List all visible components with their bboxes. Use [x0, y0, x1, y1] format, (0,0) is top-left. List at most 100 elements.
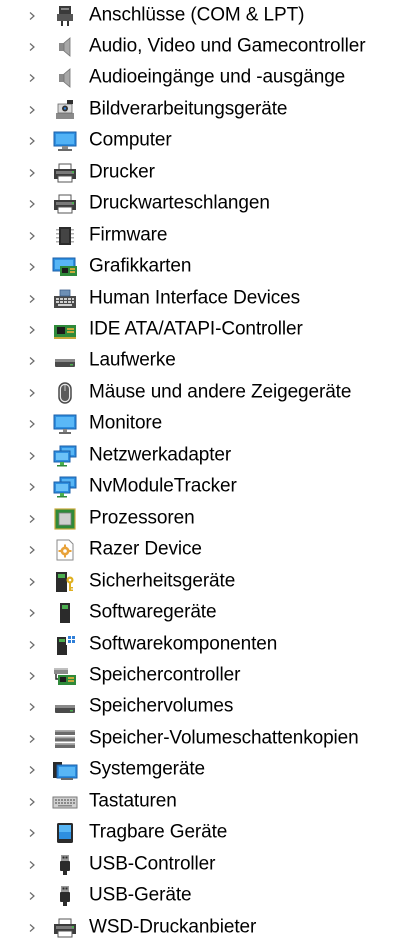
gear-document-icon: [52, 539, 78, 561]
tree-node-label: Razer Device: [89, 538, 202, 560]
tree-node[interactable]: Anschlüsse (COM & LPT): [0, 0, 402, 31]
expand-chevron-icon[interactable]: [28, 923, 36, 932]
tree-node[interactable]: Audioeingänge und -ausgänge: [0, 63, 402, 94]
computer-monitor-icon: [52, 130, 78, 152]
expand-chevron-icon[interactable]: [28, 388, 36, 397]
expand-chevron-icon[interactable]: [28, 451, 36, 460]
expand-chevron-icon[interactable]: [28, 168, 36, 177]
expand-chevron-icon[interactable]: [28, 892, 36, 901]
expand-chevron-icon[interactable]: [28, 797, 36, 806]
tree-node[interactable]: Drucker: [0, 157, 402, 188]
tree-node[interactable]: Prozessoren: [0, 503, 402, 534]
chip-icon: [52, 225, 78, 247]
expand-chevron-icon[interactable]: [28, 137, 36, 146]
keyboard-icon: [52, 791, 78, 813]
tree-node[interactable]: USB-Controller: [0, 849, 402, 880]
printer-icon: [52, 193, 78, 215]
tree-node-label: Speichercontroller: [89, 664, 241, 686]
expand-chevron-icon[interactable]: [28, 11, 36, 20]
tree-node[interactable]: Sicherheitsgeräte: [0, 566, 402, 597]
expand-chevron-icon[interactable]: [28, 357, 36, 366]
tree-node[interactable]: Systemgeräte: [0, 755, 402, 786]
expand-chevron-icon[interactable]: [28, 105, 36, 114]
expand-chevron-icon[interactable]: [28, 483, 36, 492]
tree-node[interactable]: Computer: [0, 126, 402, 157]
tree-node-label: Grafikkarten: [89, 255, 192, 277]
software-component-icon: [52, 634, 78, 656]
tree-node[interactable]: Mäuse und andere Zeigegeräte: [0, 377, 402, 408]
port-connector-icon: [52, 5, 78, 27]
tree-node[interactable]: Tragbare Geräte: [0, 818, 402, 849]
disk-drive-icon: [52, 696, 78, 718]
expand-chevron-icon[interactable]: [28, 74, 36, 83]
expand-chevron-icon[interactable]: [28, 263, 36, 272]
usb-plug-icon: [52, 854, 78, 876]
hid-keyboard-icon: [52, 288, 78, 310]
tree-node-label: Speicher-Volumeschattenkopien: [89, 727, 359, 749]
storage-controller-icon: [52, 665, 78, 687]
tree-node[interactable]: Tastaturen: [0, 786, 402, 817]
expand-chevron-icon[interactable]: [28, 514, 36, 523]
expand-chevron-icon[interactable]: [28, 577, 36, 586]
tree-node[interactable]: Bildverarbeitungsgeräte: [0, 94, 402, 125]
expand-chevron-icon[interactable]: [28, 609, 36, 617]
tree-node[interactable]: Audio, Video und Gamecontroller: [0, 31, 402, 62]
monitor-icon: [52, 413, 78, 435]
tree-node[interactable]: Netzwerkadapter: [0, 440, 402, 471]
tree-node[interactable]: NvModuleTracker: [0, 472, 402, 503]
expand-chevron-icon[interactable]: [28, 703, 36, 712]
tree-node[interactable]: IDE ATA/ATAPI-Controller: [0, 315, 402, 346]
tree-node-label: Audio, Video und Gamecontroller: [89, 35, 366, 57]
expand-chevron-icon[interactable]: [28, 294, 36, 303]
tree-node[interactable]: Firmware: [0, 220, 402, 251]
tree-node-label: Tastaturen: [89, 790, 177, 812]
tree-node[interactable]: Druckwarteschlangen: [0, 189, 402, 220]
tree-node[interactable]: Softwaregeräte: [0, 598, 402, 629]
tree-node[interactable]: Razer Device: [0, 535, 402, 566]
portable-device-icon: [52, 822, 78, 844]
tree-node-label: Computer: [89, 129, 172, 151]
network-adapter-icon: [52, 476, 78, 498]
tree-node-label: Bildverarbeitungsgeräte: [89, 98, 288, 120]
tree-node[interactable]: Monitore: [0, 409, 402, 440]
tree-node-label: Druckwarteschlangen: [89, 192, 270, 214]
expand-chevron-icon[interactable]: [28, 640, 36, 649]
tree-node[interactable]: Speichercontroller: [0, 660, 402, 691]
expand-chevron-icon[interactable]: [28, 326, 36, 334]
expand-chevron-icon[interactable]: [28, 231, 36, 240]
tree-node[interactable]: Grafikkarten: [0, 252, 402, 283]
tree-node[interactable]: Softwarekomponenten: [0, 629, 402, 660]
tree-node-label: Monitore: [89, 412, 163, 434]
tree-node[interactable]: Human Interface Devices: [0, 283, 402, 314]
network-adapter-icon: [52, 445, 78, 467]
tree-node[interactable]: USB-Geräte: [0, 881, 402, 912]
tree-node-label: Laufwerke: [89, 349, 176, 371]
expand-chevron-icon[interactable]: [28, 420, 36, 429]
tree-node-label: Sicherheitsgeräte: [89, 570, 236, 592]
tree-node[interactable]: Speicher-Volumeschattenkopien: [0, 723, 402, 754]
expand-chevron-icon[interactable]: [28, 829, 36, 838]
expand-chevron-icon[interactable]: [28, 766, 36, 775]
expand-chevron-icon[interactable]: [28, 42, 36, 51]
tree-node[interactable]: Laufwerke: [0, 346, 402, 377]
system-folder-icon: [52, 759, 78, 781]
expand-chevron-icon[interactable]: [28, 671, 36, 680]
stacked-drives-icon: [52, 728, 78, 750]
tree-node-label: Prozessoren: [89, 507, 195, 529]
printer-icon: [52, 162, 78, 184]
expand-chevron-icon[interactable]: [28, 860, 36, 869]
tree-node-label: NvModuleTracker: [89, 475, 237, 497]
device-manager-tree: Anschlüsse (COM & LPT) Audio, Video und G…: [0, 0, 402, 950]
webcam-icon: [52, 99, 78, 121]
expand-chevron-icon[interactable]: [28, 546, 36, 555]
tree-node-label: Netzwerkadapter: [89, 444, 232, 466]
tree-node-label: Softwaregeräte: [89, 601, 217, 623]
tree-node-label: Anschlüsse (COM & LPT): [89, 4, 305, 26]
expand-chevron-icon[interactable]: [28, 734, 36, 743]
tree-node[interactable]: Speichervolumes: [0, 692, 402, 723]
tree-node-label: WSD-Druckanbieter: [89, 916, 257, 938]
tree-node-label: Mäuse und andere Zeigegeräte: [89, 381, 352, 403]
tree-node[interactable]: WSD-Druckanbieter: [0, 912, 402, 943]
expand-chevron-icon[interactable]: [28, 200, 36, 209]
tree-node-label: Audioeingänge und -ausgänge: [89, 66, 346, 88]
